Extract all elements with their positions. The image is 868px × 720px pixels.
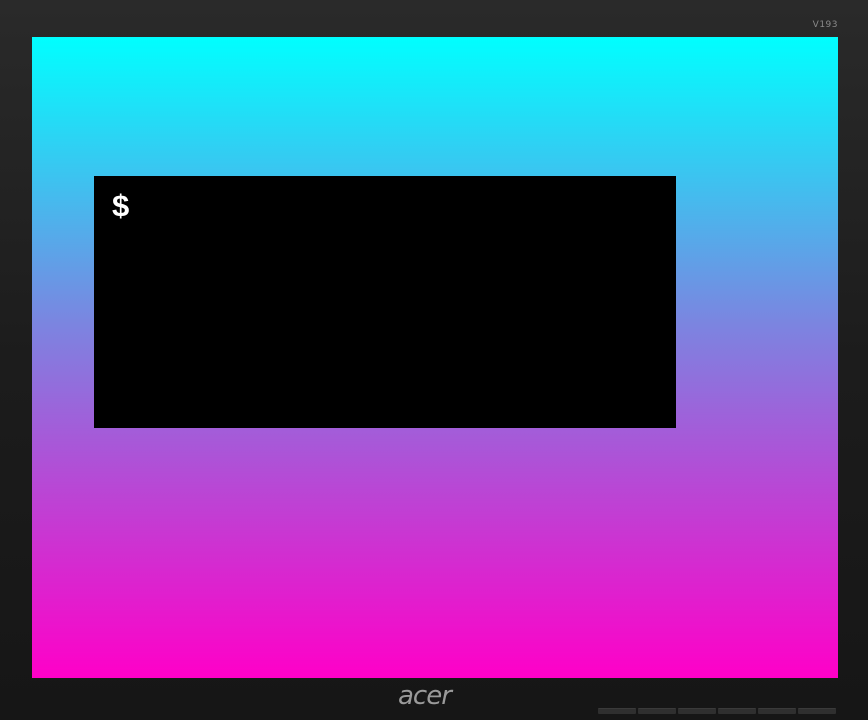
- model-label: V193: [812, 20, 838, 30]
- acer-logo: acer: [398, 681, 452, 711]
- monitor-hw-button[interactable]: [598, 708, 636, 714]
- monitor-bezel: V193 $ acer: [0, 0, 868, 720]
- terminal-prompt: $: [112, 188, 130, 223]
- monitor-hw-button[interactable]: [638, 708, 676, 714]
- monitor-hw-button[interactable]: [678, 708, 716, 714]
- monitor-hw-button[interactable]: [758, 708, 796, 714]
- desktop-screen: $: [32, 37, 838, 678]
- monitor-hw-button[interactable]: [798, 708, 836, 714]
- monitor-hw-button[interactable]: [718, 708, 756, 714]
- monitor-buttons: [598, 708, 836, 714]
- terminal-window[interactable]: $: [94, 176, 676, 428]
